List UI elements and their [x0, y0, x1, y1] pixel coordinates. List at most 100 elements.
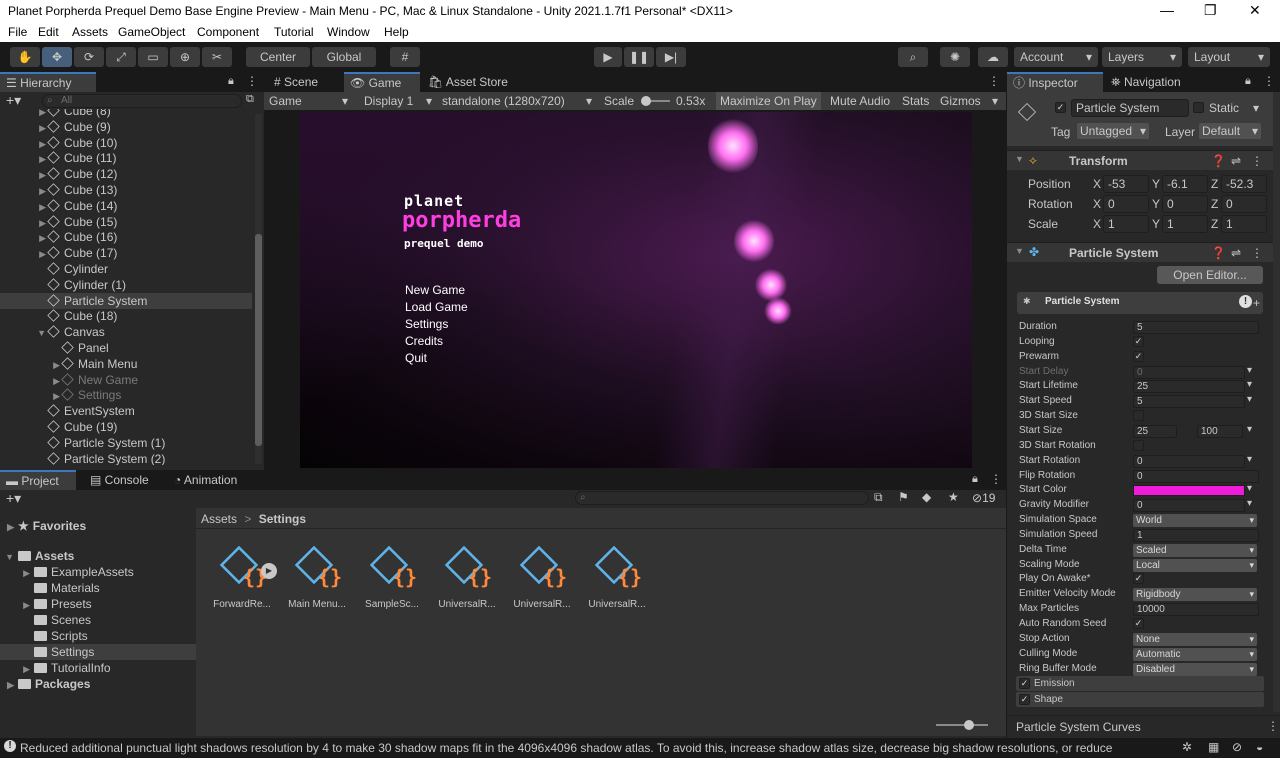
hierarchy-item[interactable]: Particle System (1)	[0, 435, 252, 451]
move-tool-icon[interactable]: ✥	[42, 47, 72, 67]
project-folder[interactable]: ▶ Presets	[0, 596, 196, 612]
hierarchy-item[interactable]: ▶ Cube (15)	[0, 214, 252, 230]
transform-z-field[interactable]: -52.3	[1221, 175, 1267, 193]
menu-assets[interactable]: Assets	[72, 25, 108, 39]
expand-arrow-icon[interactable]: ▶	[36, 246, 46, 262]
add-object-button[interactable]: +▾	[6, 92, 21, 109]
status-message[interactable]: Reduced additional punctual light shadow…	[20, 741, 1112, 755]
resolution-dropdown[interactable]: standalone (1280x720)	[442, 94, 565, 108]
custom-tool-icon[interactable]: ✂	[202, 47, 232, 67]
kebab-menu-icon[interactable]: ⋮	[1251, 154, 1263, 168]
minimize-button[interactable]: —	[1160, 2, 1174, 18]
active-checkbox[interactable]: ✓	[1055, 102, 1066, 113]
hierarchy-item[interactable]: ▶ Cube (14)	[0, 198, 252, 214]
preset-icon[interactable]: ⇌	[1231, 246, 1241, 260]
ps-scaling-mode-dropdown[interactable]: Local	[1133, 558, 1257, 572]
expand-arrow-icon[interactable]: ▶	[36, 167, 46, 183]
ps-start-rotation-field[interactable]: 0	[1133, 454, 1245, 468]
maximize-button[interactable]: ❐	[1204, 2, 1217, 19]
kebab-menu-icon[interactable]: ⋮	[988, 74, 1000, 88]
expand-arrow-icon[interactable]: ▼	[0, 549, 18, 565]
game-render[interactable]: planet porpherda prequel demo New Game L…	[300, 112, 972, 468]
pivot-global-button[interactable]: Global	[312, 47, 376, 67]
expand-arrow-icon[interactable]: ▼	[36, 325, 46, 341]
info-icon[interactable]: !	[1239, 295, 1252, 308]
axis-label-z[interactable]: Z	[1211, 217, 1218, 231]
hierarchy-item[interactable]: ▶ Cube (9)	[0, 119, 252, 135]
breadcrumb-settings[interactable]: Settings	[259, 512, 306, 526]
view-dropdown[interactable]: Game	[269, 94, 302, 108]
credits-button[interactable]: Credits	[405, 333, 468, 350]
project-folder[interactable]: ▼ Assets	[0, 548, 196, 564]
curve-mode-dropdown-icon[interactable]: ▾	[1247, 454, 1252, 465]
ps-looping-checkbox[interactable]: ✓	[1133, 335, 1144, 347]
project-folder[interactable]: ▶ Packages	[0, 676, 196, 692]
tab-animation[interactable]: ◔ Animation	[168, 470, 243, 490]
ps-start-color-color-swatch[interactable]	[1133, 485, 1245, 497]
expand-arrow-icon[interactable]: ▶	[0, 661, 34, 677]
tab-navigation[interactable]: ⛯ Navigation	[1105, 72, 1187, 92]
expand-arrow-icon[interactable]: ▶	[0, 597, 34, 613]
axis-label-x[interactable]: X	[1093, 197, 1101, 211]
breadcrumb-assets[interactable]: Assets	[201, 512, 237, 526]
transform-y-field[interactable]: 0	[1162, 195, 1208, 213]
hierarchy-scrollbar[interactable]	[255, 114, 262, 464]
load-game-button[interactable]: Load Game	[405, 299, 468, 316]
project-folder[interactable]: Scripts	[0, 628, 196, 644]
hierarchy-item[interactable]: Panel	[0, 340, 252, 356]
search-by-type-icon[interactable]: ⧉	[874, 490, 883, 505]
color-mode-dropdown-icon[interactable]: ▾	[1247, 483, 1252, 494]
stats-toggle[interactable]: Stats	[902, 94, 929, 108]
hierarchy-item[interactable]: Cylinder	[0, 261, 252, 277]
search-by-label-icon[interactable]: ⚑	[898, 490, 909, 504]
expand-arrow-icon[interactable]: ▶	[50, 357, 60, 373]
lock-icon[interactable]: 🔒︎	[1245, 75, 1251, 88]
curve-mode-dropdown-icon[interactable]: ▾	[1247, 424, 1252, 435]
axis-label-y[interactable]: Y	[1152, 177, 1160, 191]
project-search-input[interactable]: ⌕	[575, 491, 869, 505]
hierarchy-item[interactable]: ▼ Canvas	[0, 324, 252, 340]
ps-play-on-awake-checkbox[interactable]: ✓	[1133, 573, 1144, 585]
add-module-icon[interactable]: +	[1253, 296, 1260, 310]
debug-icon[interactable]: ✲	[1182, 740, 1192, 754]
tab-project[interactable]: ▬ Project	[0, 470, 76, 490]
ps-delta-time-dropdown[interactable]: Scaled	[1133, 543, 1257, 557]
expand-arrow-icon[interactable]: ▶	[36, 230, 46, 246]
kebab-menu-icon[interactable]: ⋮	[1263, 74, 1275, 88]
project-folder[interactable]: Scenes	[0, 612, 196, 628]
module-enabled-checkbox[interactable]: ✓	[1019, 678, 1030, 689]
collab-icon[interactable]: ✺	[940, 47, 970, 67]
scale-slider[interactable]	[641, 96, 670, 106]
axis-label-y[interactable]: Y	[1152, 197, 1160, 211]
transform-z-field[interactable]: 0	[1221, 195, 1267, 213]
step-button[interactable]: ▶|	[656, 47, 686, 67]
new-game-button[interactable]: New Game	[405, 282, 468, 299]
ps-prewarm-checkbox[interactable]: ✓	[1133, 350, 1144, 362]
hierarchy-item[interactable]: Cube (19)	[0, 419, 252, 435]
axis-label-z[interactable]: Z	[1211, 197, 1218, 211]
ps-auto-random-seed-checkbox[interactable]: ✓	[1133, 618, 1144, 629]
inspector-scrollbar[interactable]	[1273, 92, 1280, 712]
mute-audio-toggle[interactable]: Mute Audio	[830, 94, 890, 108]
axis-label-x[interactable]: X	[1093, 217, 1101, 231]
ps-duration-field[interactable]: 5	[1133, 321, 1259, 334]
hierarchy-search-input[interactable]: ⌕ All	[42, 94, 242, 108]
kebab-menu-icon[interactable]: ⋮	[1267, 719, 1279, 733]
rect-tool-icon[interactable]: ▭	[138, 47, 168, 67]
project-folder[interactable]: ▶ ★ Favorites	[0, 518, 196, 534]
axis-label-z[interactable]: Z	[1211, 177, 1218, 191]
ps-start-lifetime-field[interactable]: 25	[1133, 380, 1245, 394]
transform-x-field[interactable]: -53	[1103, 175, 1149, 193]
hierarchy-item[interactable]: Cube (18)	[0, 308, 252, 324]
lock-icon[interactable]: 🔒︎	[228, 75, 234, 88]
ps-flip-rotation-field[interactable]: 0	[1133, 469, 1259, 483]
curves-header[interactable]: Particle System Curves ⋮	[1007, 715, 1280, 737]
expand-arrow-icon[interactable]: ▶	[0, 519, 18, 535]
kebab-menu-icon[interactable]: ⋮	[246, 74, 258, 88]
expand-arrow-icon[interactable]: ▶	[36, 120, 46, 136]
asset-item[interactable]: {} UniversalR...	[507, 543, 577, 610]
pause-button[interactable]: ❚❚	[624, 47, 654, 67]
curve-mode-dropdown-icon[interactable]: ▾	[1247, 365, 1252, 376]
tag-dropdown[interactable]: Untagged ▾	[1077, 123, 1149, 139]
expand-arrow-icon[interactable]: ▶	[50, 388, 60, 404]
